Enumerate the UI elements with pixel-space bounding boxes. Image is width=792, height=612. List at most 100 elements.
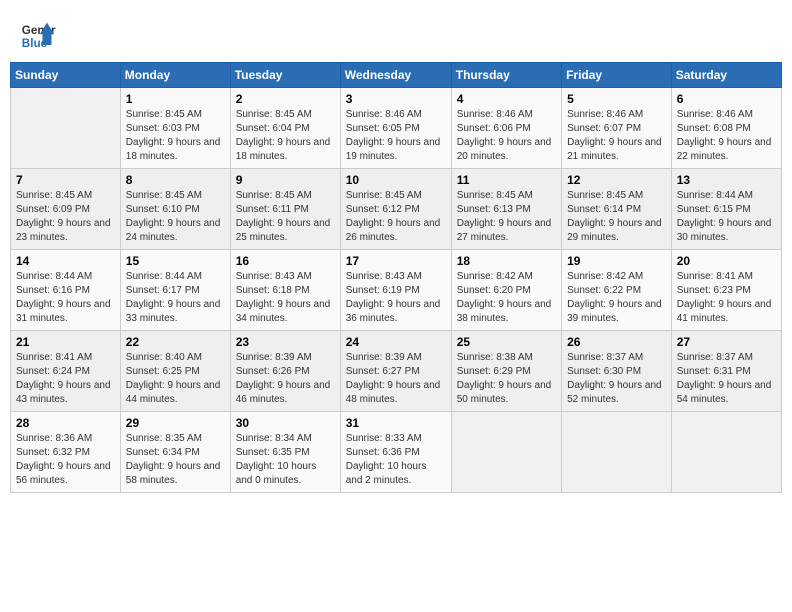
weekday-header-saturday: Saturday — [671, 63, 781, 88]
day-number: 2 — [236, 92, 335, 106]
day-number: 24 — [346, 335, 446, 349]
calendar-cell — [451, 412, 561, 493]
day-number: 26 — [567, 335, 666, 349]
calendar-cell — [671, 412, 781, 493]
calendar-cell: 19 Sunrise: 8:42 AMSunset: 6:22 PMDayligh… — [562, 250, 672, 331]
day-info: Sunrise: 8:43 AMSunset: 6:19 PMDaylight:… — [346, 270, 446, 326]
day-info: Sunrise: 8:44 AMSunset: 6:17 PMDaylight:… — [126, 270, 225, 326]
calendar-cell: 26Sunrise: 8:37 AMSunset: 6:30 PMDayligh… — [562, 331, 672, 412]
day-info: Sunrise: 8:45 AMSunset: 6:10 PMDaylight:… — [126, 189, 225, 245]
day-number: 23 — [236, 335, 335, 349]
calendar-cell: 11 Sunrise: 8:45 AMSunset: 6:13 PMDayligh… — [451, 169, 561, 250]
calendar-table: SundayMondayTuesdayWednesdayThursdayFrid… — [10, 62, 782, 493]
calendar-cell: 2 Sunrise: 8:45 AMSunset: 6:04 PMDaylight… — [230, 88, 340, 169]
day-info: Sunrise: 8:41 AMSunset: 6:24 PMDaylight:… — [16, 351, 115, 407]
calendar-cell: 25 Sunrise: 8:38 AMSunset: 6:29 PMDayligh… — [451, 331, 561, 412]
calendar-cell: 28 Sunrise: 8:36 AMSunset: 6:32 PMDayligh… — [11, 412, 121, 493]
day-number: 27 — [677, 335, 776, 349]
calendar-cell: 12 Sunrise: 8:45 AMSunset: 6:14 PMDayligh… — [562, 169, 672, 250]
day-number: 13 — [677, 173, 776, 187]
day-info: Sunrise: 8:45 AMSunset: 6:03 PMDaylight:… — [126, 108, 225, 164]
day-info: Sunrise: 8:45 AMSunset: 6:13 PMDaylight:… — [457, 189, 556, 245]
day-info: Sunrise: 8:42 AMSunset: 6:20 PMDaylight:… — [457, 270, 556, 326]
day-info: Sunrise: 8:44 AMSunset: 6:16 PMDaylight:… — [16, 270, 115, 326]
logo: General Blue — [20, 18, 56, 54]
calendar-cell: 30 Sunrise: 8:34 AMSunset: 6:35 PMDayligh… — [230, 412, 340, 493]
calendar-week-2: 7Sunrise: 8:45 AMSunset: 6:09 PMDaylight… — [11, 169, 782, 250]
day-info: Sunrise: 8:45 AMSunset: 6:11 PMDaylight:… — [236, 189, 335, 245]
day-number: 12 — [567, 173, 666, 187]
calendar-cell: 23 Sunrise: 8:39 AMSunset: 6:26 PMDayligh… — [230, 331, 340, 412]
day-info: Sunrise: 8:45 AMSunset: 6:14 PMDaylight:… — [567, 189, 666, 245]
calendar-cell: 8Sunrise: 8:45 AMSunset: 6:10 PMDaylight… — [120, 169, 230, 250]
calendar-cell: 16Sunrise: 8:43 AMSunset: 6:18 PMDayligh… — [230, 250, 340, 331]
calendar-cell — [11, 88, 121, 169]
calendar-cell: 24Sunrise: 8:39 AMSunset: 6:27 PMDayligh… — [340, 331, 451, 412]
day-info: Sunrise: 8:46 AMSunset: 6:05 PMDaylight:… — [346, 108, 446, 164]
day-info: Sunrise: 8:40 AMSunset: 6:25 PMDaylight:… — [126, 351, 225, 407]
calendar-cell: 4 Sunrise: 8:46 AMSunset: 6:06 PMDaylight… — [451, 88, 561, 169]
day-info: Sunrise: 8:39 AMSunset: 6:26 PMDaylight:… — [236, 351, 335, 407]
day-info: Sunrise: 8:46 AMSunset: 6:08 PMDaylight:… — [677, 108, 776, 164]
day-info: Sunrise: 8:41 AMSunset: 6:23 PMDaylight:… — [677, 270, 776, 326]
day-number: 30 — [236, 416, 335, 430]
day-number: 10 — [346, 173, 446, 187]
calendar-cell: 10 Sunrise: 8:45 AMSunset: 6:12 PMDayligh… — [340, 169, 451, 250]
day-number: 6 — [677, 92, 776, 106]
calendar-cell: 7Sunrise: 8:45 AMSunset: 6:09 PMDaylight… — [11, 169, 121, 250]
day-number: 14 — [16, 254, 115, 268]
weekday-header-friday: Friday — [562, 63, 672, 88]
day-info: Sunrise: 8:46 AMSunset: 6:07 PMDaylight:… — [567, 108, 666, 164]
weekday-header-monday: Monday — [120, 63, 230, 88]
day-number: 3 — [346, 92, 446, 106]
calendar-cell: 27 Sunrise: 8:37 AMSunset: 6:31 PMDayligh… — [671, 331, 781, 412]
day-info: Sunrise: 8:37 AMSunset: 6:31 PMDaylight:… — [677, 351, 776, 407]
calendar-cell: 22Sunrise: 8:40 AMSunset: 6:25 PMDayligh… — [120, 331, 230, 412]
calendar-cell: 3 Sunrise: 8:46 AMSunset: 6:05 PMDaylight… — [340, 88, 451, 169]
day-number: 28 — [16, 416, 115, 430]
calendar-cell: 18Sunrise: 8:42 AMSunset: 6:20 PMDayligh… — [451, 250, 561, 331]
calendar-week-4: 21 Sunrise: 8:41 AMSunset: 6:24 PMDayligh… — [11, 331, 782, 412]
day-number: 11 — [457, 173, 556, 187]
calendar-cell: 21 Sunrise: 8:41 AMSunset: 6:24 PMDayligh… — [11, 331, 121, 412]
calendar-cell: 15 Sunrise: 8:44 AMSunset: 6:17 PMDayligh… — [120, 250, 230, 331]
day-number: 1 — [126, 92, 225, 106]
day-info: Sunrise: 8:33 AMSunset: 6:36 PMDaylight:… — [346, 432, 446, 488]
calendar-cell: 17 Sunrise: 8:43 AMSunset: 6:19 PMDayligh… — [340, 250, 451, 331]
day-number: 25 — [457, 335, 556, 349]
calendar-cell: 5Sunrise: 8:46 AMSunset: 6:07 PMDaylight… — [562, 88, 672, 169]
calendar-cell: 14 Sunrise: 8:44 AMSunset: 6:16 PMDayligh… — [11, 250, 121, 331]
page-header: General Blue — [10, 10, 782, 54]
calendar-body: 1 Sunrise: 8:45 AMSunset: 6:03 PMDaylight… — [11, 88, 782, 493]
day-info: Sunrise: 8:35 AMSunset: 6:34 PMDaylight:… — [126, 432, 225, 488]
day-info: Sunrise: 8:45 AMSunset: 6:09 PMDaylight:… — [16, 189, 115, 245]
day-number: 19 — [567, 254, 666, 268]
day-info: Sunrise: 8:34 AMSunset: 6:35 PMDaylight:… — [236, 432, 335, 488]
day-info: Sunrise: 8:46 AMSunset: 6:06 PMDaylight:… — [457, 108, 556, 164]
day-number: 31 — [346, 416, 446, 430]
calendar-cell: 9 Sunrise: 8:45 AMSunset: 6:11 PMDaylight… — [230, 169, 340, 250]
weekday-header-tuesday: Tuesday — [230, 63, 340, 88]
calendar-week-3: 14 Sunrise: 8:44 AMSunset: 6:16 PMDayligh… — [11, 250, 782, 331]
day-info: Sunrise: 8:44 AMSunset: 6:15 PMDaylight:… — [677, 189, 776, 245]
calendar-cell: 31 Sunrise: 8:33 AMSunset: 6:36 PMDayligh… — [340, 412, 451, 493]
calendar-cell: 1 Sunrise: 8:45 AMSunset: 6:03 PMDaylight… — [120, 88, 230, 169]
calendar-cell: 29 Sunrise: 8:35 AMSunset: 6:34 PMDayligh… — [120, 412, 230, 493]
day-info: Sunrise: 8:45 AMSunset: 6:12 PMDaylight:… — [346, 189, 446, 245]
calendar-week-5: 28 Sunrise: 8:36 AMSunset: 6:32 PMDayligh… — [11, 412, 782, 493]
day-info: Sunrise: 8:36 AMSunset: 6:32 PMDaylight:… — [16, 432, 115, 488]
day-number: 4 — [457, 92, 556, 106]
day-number: 15 — [126, 254, 225, 268]
day-info: Sunrise: 8:38 AMSunset: 6:29 PMDaylight:… — [457, 351, 556, 407]
day-info: Sunrise: 8:45 AMSunset: 6:04 PMDaylight:… — [236, 108, 335, 164]
day-number: 20 — [677, 254, 776, 268]
calendar-cell — [562, 412, 672, 493]
calendar-header: SundayMondayTuesdayWednesdayThursdayFrid… — [11, 63, 782, 88]
weekday-header-thursday: Thursday — [451, 63, 561, 88]
calendar-cell: 20 Sunrise: 8:41 AMSunset: 6:23 PMDayligh… — [671, 250, 781, 331]
day-info: Sunrise: 8:42 AMSunset: 6:22 PMDaylight:… — [567, 270, 666, 326]
day-number: 29 — [126, 416, 225, 430]
day-number: 17 — [346, 254, 446, 268]
day-number: 21 — [16, 335, 115, 349]
day-number: 9 — [236, 173, 335, 187]
